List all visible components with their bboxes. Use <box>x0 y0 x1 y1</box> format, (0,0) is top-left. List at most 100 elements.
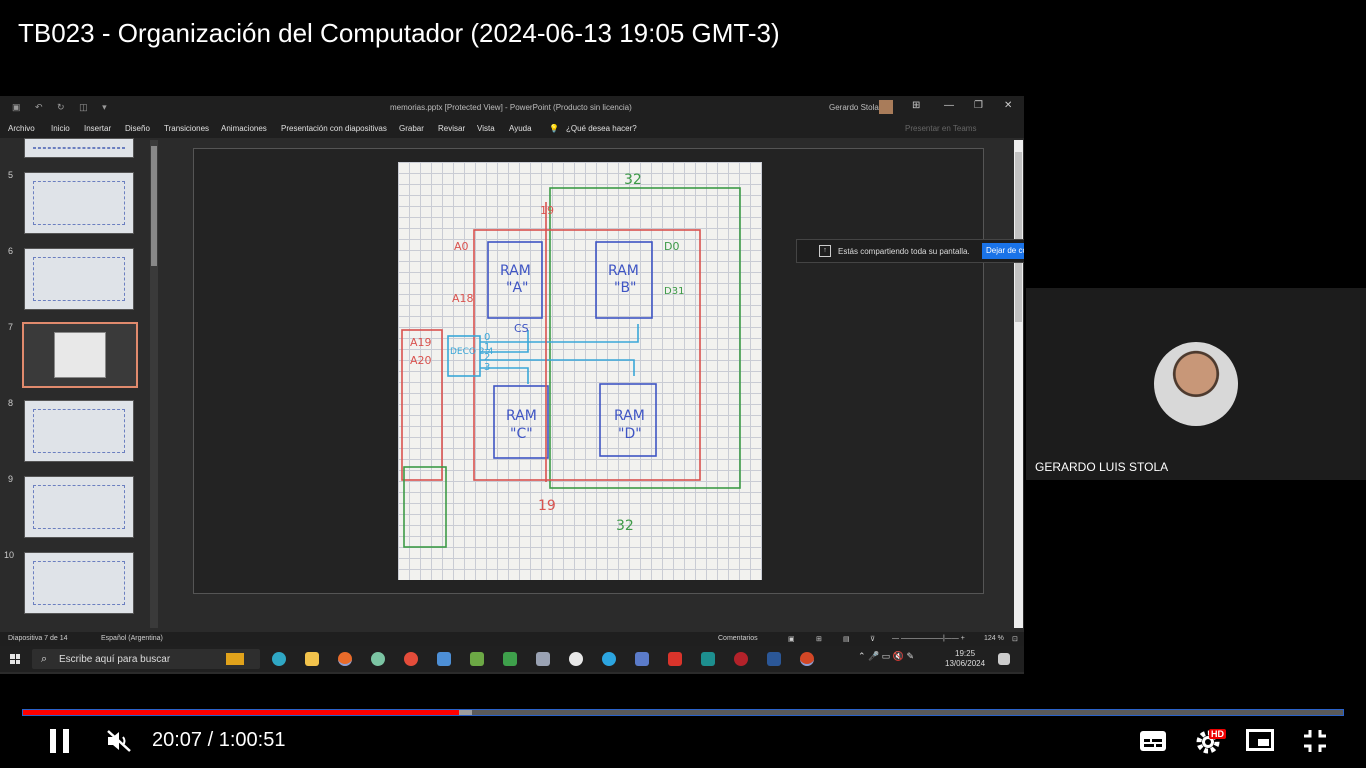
clock-date: 13/06/2024 <box>945 659 986 668</box>
network-icon[interactable] <box>635 652 649 666</box>
notifications-icon[interactable] <box>998 653 1010 665</box>
slide-counter: Diapositiva 7 de 14 <box>8 635 68 642</box>
video-progress-bar[interactable] <box>22 706 1344 717</box>
screen-share-notice: ↑ Estás compartiendo toda su pantalla. D… <box>796 239 1024 263</box>
slide-thumbnail[interactable] <box>24 248 134 310</box>
tab-transiciones[interactable]: Transiciones <box>164 124 209 133</box>
pause-icon[interactable] <box>50 729 69 753</box>
file-explorer-icon[interactable] <box>305 652 319 666</box>
ribbon-display-icon[interactable]: ⊞ <box>912 100 920 111</box>
thumbnail-scrollbar[interactable] <box>150 140 158 628</box>
share-notice-text: Estás compartiendo toda su pantalla. <box>838 247 970 256</box>
edge-icon[interactable] <box>272 652 286 666</box>
exit-fullscreen-icon[interactable] <box>1302 728 1328 754</box>
tab-presentacion[interactable]: Presentación con diapositivas <box>281 124 387 133</box>
slide-thumbnail[interactable] <box>24 476 134 538</box>
tab-insertar[interactable]: Insertar <box>84 124 111 133</box>
tab-archivo[interactable]: Archivo <box>8 124 35 133</box>
label-19-top: 19 <box>540 204 554 217</box>
label-19-bottom: 19 <box>538 498 556 514</box>
label-a19: A19 <box>410 336 432 349</box>
ribbon-tabs: Archivo Inicio Insertar Diseño Transicio… <box>0 118 1024 138</box>
slide-thumbnail-partial[interactable] <box>24 138 134 158</box>
windows-taskbar: ⌕ Escribe aquí para buscar ⌃ 🎤 ▭ 🔇 ✎ 19:… <box>0 646 1024 672</box>
restore-icon[interactable]: ❐ <box>974 100 983 111</box>
tab-animaciones[interactable]: Animaciones <box>221 124 267 133</box>
subtitles-icon[interactable] <box>1140 731 1166 751</box>
app-icon[interactable] <box>734 652 748 666</box>
comments-button[interactable]: Comentarios <box>718 635 758 642</box>
tab-inicio[interactable]: Inicio <box>51 124 70 133</box>
app-icon[interactable] <box>536 652 550 666</box>
miniplayer-icon[interactable] <box>1246 729 1274 751</box>
slide-thumbnail-active[interactable] <box>22 322 138 388</box>
thumbnail-number: 9 <box>8 474 14 484</box>
search-icon: ⌕ <box>41 653 48 665</box>
minimize-icon[interactable]: — <box>944 100 954 111</box>
reading-view-icon[interactable]: ▤ <box>843 635 850 643</box>
ram-a-name: "A" <box>506 280 528 296</box>
arduino-icon[interactable] <box>701 652 715 666</box>
app-icon[interactable] <box>503 652 517 666</box>
hd-badge: HD <box>1209 729 1226 739</box>
virtualbox-icon[interactable] <box>437 652 451 666</box>
language-indicator[interactable]: Español (Argentina) <box>101 635 163 642</box>
normal-view-icon[interactable]: ▣ <box>788 635 795 643</box>
shared-screen: ▣ ↶ ↻ ◫ ▾ memorias.pptx [Protected View]… <box>0 96 1024 674</box>
label-cs: CS <box>514 322 529 335</box>
fit-slide-icon[interactable]: ⊡ <box>1012 635 1018 643</box>
progress-played <box>23 710 459 715</box>
app-icon[interactable] <box>371 652 385 666</box>
ram-d-label: RAM <box>614 408 645 424</box>
app-icon[interactable] <box>569 652 583 666</box>
present-in-teams[interactable]: Presentar en Teams <box>905 124 976 133</box>
slide-sorter-icon[interactable]: ⊞ <box>816 635 822 643</box>
time-display: 20:07 / 1:00:51 <box>152 729 286 751</box>
tab-ayuda[interactable]: Ayuda <box>509 124 532 133</box>
slide-editing-area: 32 19 RAM "A" RAM "B" RAM "C" RAM "D" A0… <box>162 138 1012 604</box>
slide-thumbnail[interactable] <box>24 400 134 462</box>
participant-name: GERARDO LUIS STOLA <box>1035 460 1169 474</box>
clock-time: 19:25 <box>955 649 976 658</box>
chrome-icon[interactable] <box>404 652 418 666</box>
close-icon[interactable]: ✕ <box>1004 100 1012 111</box>
powerpoint-statusbar: Diapositiva 7 de 14 Español (Argentina) … <box>0 632 1024 646</box>
system-tray-icons[interactable]: ⌃ 🎤 ▭ 🔇 ✎ <box>858 651 914 662</box>
ram-a-label: RAM <box>500 263 531 279</box>
zoom-slider[interactable]: — ——————|—— + <box>892 635 965 642</box>
powershell-icon[interactable] <box>767 652 781 666</box>
muted-volume-icon[interactable] <box>106 729 132 753</box>
ram-b-name: "B" <box>614 280 636 296</box>
tab-grabar[interactable]: Grabar <box>399 124 424 133</box>
tab-revisar[interactable]: Revisar <box>438 124 465 133</box>
user-avatar[interactable] <box>879 100 893 114</box>
handwritten-diagram-photo: 32 19 RAM "A" RAM "B" RAM "C" RAM "D" A0… <box>398 162 762 580</box>
label-a18: A18 <box>452 292 474 305</box>
thumbnail-number: 5 <box>8 170 14 180</box>
telegram-icon[interactable] <box>602 652 616 666</box>
windows-start-icon[interactable] <box>10 654 20 664</box>
app-icon[interactable] <box>470 652 484 666</box>
quick-access-toolbar[interactable]: ▣ ↶ ↻ ◫ ▾ <box>12 102 113 113</box>
filezilla-icon[interactable] <box>668 652 682 666</box>
search-highlight-icon <box>226 653 244 665</box>
slide-scrollbar[interactable] <box>1014 140 1023 628</box>
slideshow-icon[interactable]: ⊽ <box>870 635 875 643</box>
slide-thumbnail[interactable] <box>24 172 134 234</box>
ram-c-label: RAM <box>506 408 537 424</box>
tell-me-search[interactable]: ¿Qué desea hacer? <box>566 124 637 133</box>
stop-sharing-button[interactable]: Dejar de co <box>982 243 1024 259</box>
zoom-level[interactable]: 124 % <box>984 635 1004 642</box>
tab-diseno[interactable]: Diseño <box>125 124 150 133</box>
label-d31: D31 <box>664 286 684 297</box>
tab-vista[interactable]: Vista <box>477 124 495 133</box>
taskbar-search[interactable]: ⌕ Escribe aquí para buscar <box>32 649 260 669</box>
taskbar-clock[interactable]: 19:25 13/06/2024 <box>945 649 985 669</box>
slide-thumbnail[interactable] <box>24 552 134 614</box>
video-title: TB023 - Organización del Computador (202… <box>18 18 780 48</box>
ram-c-name: "C" <box>510 426 533 442</box>
powerpoint-icon[interactable] <box>800 652 814 666</box>
label-32-top: 32 <box>624 172 642 188</box>
firefox-icon[interactable] <box>338 652 352 666</box>
thumbnail-number: 6 <box>8 246 14 256</box>
